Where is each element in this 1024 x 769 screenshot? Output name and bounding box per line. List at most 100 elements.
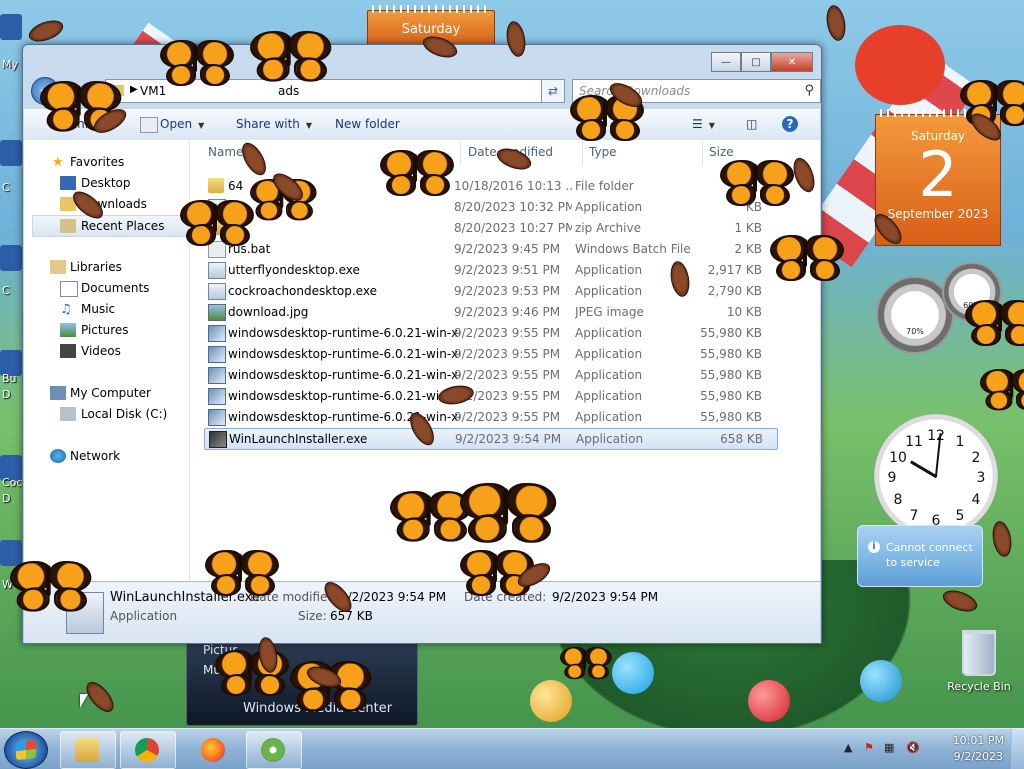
gadget-message-line: to service — [886, 556, 940, 569]
nav-desktop[interactable]: Desktop — [24, 173, 189, 193]
file-date: 9/2/2023 9:54 PM — [455, 432, 562, 446]
taskbar-chrome-button[interactable] — [120, 731, 176, 769]
app-icon — [208, 283, 226, 300]
file-row[interactable]: windowsdesktop-runtime-6.0.21-win-x64...… — [204, 386, 776, 406]
share-with-button[interactable]: Share with ▼ — [236, 117, 312, 131]
my-computer-shortcut-icon[interactable] — [0, 14, 22, 40]
nav-label: Network — [70, 449, 121, 463]
shortcut-label: My — [2, 58, 19, 71]
recycle-bin-icon — [962, 630, 996, 676]
nav-pictures[interactable]: Pictures — [24, 320, 189, 340]
cpu-meter-percent: 70% — [906, 327, 924, 336]
nav-documents[interactable]: Documents — [24, 278, 189, 298]
feed-headlines-gadget[interactable]: i Cannot connect to service — [857, 525, 983, 587]
nav-label: Desktop — [81, 176, 131, 190]
size-value: 657 KB — [330, 609, 373, 623]
taskbar-clock[interactable]: 10:01 PM 9/2/2023 — [953, 733, 1004, 765]
navigation-bar: ◀ ▶ VM1 ads ▼ ⇄ Search Downloads ⚲ — [31, 77, 821, 105]
close-button[interactable]: ✕ — [771, 52, 813, 72]
file-row[interactable]: cockroachondesktop.exe 9/2/2023 9:53 PM Ap… — [204, 281, 776, 301]
nav-my-computer[interactable]: My Computer — [24, 383, 189, 403]
file-row[interactable]: rus.bat 9/2/2023 9:45 PM Windows Batch Fil… — [204, 239, 776, 259]
file-date: 9/2/2023 9:55 PM — [454, 410, 561, 424]
preview-pane-icon[interactable]: ◫ — [746, 117, 757, 131]
column-header-name[interactable]: Name — [208, 145, 243, 165]
file-row[interactable]: download.jpg 9/2/2023 9:46 PM JPEG image 10… — [204, 302, 776, 322]
file-size: 1 KB — [734, 221, 762, 235]
nav-libraries[interactable]: Libraries — [24, 257, 189, 277]
installer-icon — [208, 409, 226, 426]
file-type: Application — [575, 326, 643, 340]
start-button[interactable] — [4, 731, 48, 769]
show-hidden-icons-icon[interactable]: ▲ — [844, 741, 858, 755]
computer-icon — [50, 386, 66, 400]
clock-gadget[interactable]: 12 1 2 3 4 5 6 7 8 9 10 11 — [874, 414, 998, 538]
installer-icon — [208, 325, 226, 342]
nav-music[interactable]: ♫ Music — [24, 299, 189, 319]
open-button[interactable]: Open ▼ — [160, 117, 204, 131]
shortcut-icon[interactable] — [0, 540, 22, 566]
file-size: 658 KB — [720, 432, 763, 446]
taskbar-explorer-button[interactable] — [60, 731, 116, 769]
open-icon — [140, 117, 158, 133]
action-center-icon[interactable]: ⚑ — [864, 741, 878, 755]
clock-numeral: 5 — [955, 508, 965, 524]
column-divider[interactable] — [460, 140, 461, 166]
show-desktop-button[interactable] — [1011, 729, 1024, 769]
cockroach-icon — [990, 519, 1014, 559]
dropdown-arrow-icon: ▼ — [305, 121, 313, 130]
file-row[interactable]: windowsdesktop-runtime-6.0.21-win-x64...… — [204, 365, 776, 385]
nav-network[interactable]: Network — [24, 446, 189, 466]
window-controls: — □ ✕ — [711, 52, 813, 72]
new-folder-button[interactable]: New folder — [335, 117, 400, 131]
taskbar-firefox-button[interactable] — [186, 731, 242, 769]
file-row[interactable]: utterflyondesktop.exe 9/2/2023 9:51 PM App… — [204, 260, 776, 280]
file-row[interactable]: 8/20/2023 10:27 PM zip Archive 1 KB — [204, 218, 776, 238]
breadcrumb-segment[interactable]: ads — [278, 84, 299, 98]
taskbar-winlaunch-button[interactable] — [246, 731, 302, 769]
explorer-icon — [75, 738, 99, 762]
refresh-button[interactable]: ⇄ — [541, 79, 565, 103]
nav-downloads[interactable]: Downloads — [24, 194, 189, 214]
search-icon[interactable]: ⚲ — [804, 83, 814, 98]
column-divider[interactable] — [702, 140, 703, 166]
file-row[interactable]: windowsdesktop-runtime-6.0.21-win-x64...… — [204, 323, 776, 343]
breadcrumb-segment[interactable]: VM1 — [140, 84, 166, 98]
shortcut-icon[interactable] — [0, 140, 22, 166]
red-ornament — [855, 25, 945, 105]
app-icon — [208, 262, 226, 279]
file-date: 9/2/2023 9:53 PM — [454, 284, 561, 298]
details-pane: WinLaunchInstaller.exe Application Date … — [24, 581, 820, 643]
installer-icon — [208, 388, 226, 405]
column-divider[interactable] — [582, 140, 583, 166]
selected-file-type: Application — [110, 609, 178, 623]
network-status-icon[interactable]: ▦ — [884, 741, 898, 755]
file-type: Windows Batch File — [575, 242, 691, 256]
recycle-bin[interactable]: Recycle Bin — [944, 630, 1014, 693]
file-row-selected[interactable]: WinLaunchInstaller.exe 9/2/2023 9:54 PM Ap… — [204, 428, 778, 450]
info-icon: i — [868, 541, 880, 553]
nav-label: Favorites — [70, 155, 125, 169]
cockroach-icon — [940, 586, 980, 616]
file-size: 2 KB — [734, 242, 762, 256]
nav-local-disk[interactable]: Local Disk (C:) — [24, 404, 189, 424]
installer-icon — [208, 346, 226, 363]
maximize-button[interactable]: □ — [741, 52, 771, 72]
nav-favorites[interactable]: ★ Favorites — [24, 152, 189, 172]
clock-numeral: 9 — [887, 470, 897, 486]
shortcut-icon[interactable] — [0, 245, 22, 271]
nav-recent-places[interactable]: Recent Places — [32, 215, 188, 237]
column-header-type[interactable]: Type — [589, 145, 617, 165]
change-view-button[interactable]: ☰ ▼ — [692, 117, 715, 131]
nav-videos[interactable]: Videos — [24, 341, 189, 361]
minimize-button[interactable]: — — [711, 52, 741, 72]
taskbar-time: 10:01 PM — [952, 734, 1004, 747]
help-icon[interactable]: ? — [782, 116, 798, 132]
file-date: 8/20/2023 10:27 PM — [454, 221, 572, 235]
file-date: 10/18/2016 10:13 ... — [454, 179, 572, 193]
file-row[interactable]: windowsdesktop-runtime-6.0.21-win-x64...… — [204, 344, 776, 364]
file-row[interactable]: windowsdesktop-runtime-6.0.21-win-x64...… — [204, 407, 776, 427]
volume-muted-icon[interactable]: 🔇 — [906, 741, 920, 755]
explorer-window[interactable]: — □ ✕ ◀ ▶ VM1 ads ▼ ⇄ Search Downloads ⚲… — [22, 44, 822, 644]
nav-label: Recent Places — [81, 219, 165, 233]
